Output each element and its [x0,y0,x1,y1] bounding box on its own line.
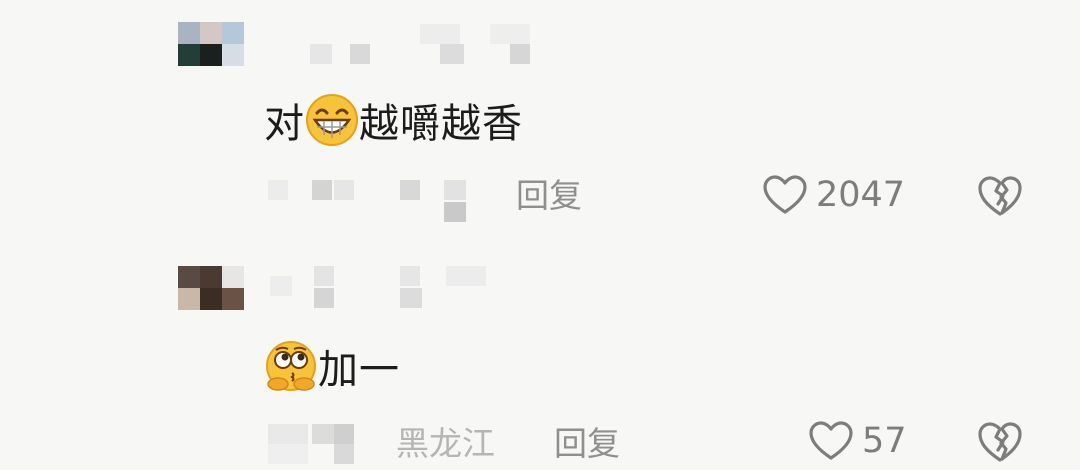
like-count: 57 [862,421,907,461]
comment-text: 加一 [264,338,400,394]
comment-text-start: 对 [264,101,305,147]
comment-meta: 黑龙江 回复 57 [0,420,1080,470]
comment-text: 对 越嚼越香 [264,92,523,148]
like-count: 2047 [816,175,906,215]
like-button[interactable]: 57 [808,420,907,462]
grin-icon [305,93,359,147]
broken-heart-icon [978,176,1022,216]
broken-heart-icon [978,422,1022,462]
location-label: 黑龙江 [396,424,495,463]
username-blurred[interactable] [300,24,540,64]
comment-text-end: 加一 [318,347,400,393]
hmm-icon [264,339,318,393]
heart-icon [809,421,853,460]
username-blurred[interactable] [270,266,510,308]
avatar[interactable] [178,22,244,66]
like-button[interactable]: 2047 [762,174,905,216]
avatar[interactable] [178,266,244,310]
reply-button[interactable]: 回复 [554,424,620,464]
comment-meta: 回复 2047 [0,170,1080,222]
dislike-button[interactable] [976,174,1024,222]
reply-button[interactable]: 回复 [516,176,582,216]
heart-icon [763,175,807,214]
comment-text-end: 越嚼越香 [359,101,523,147]
dislike-button[interactable] [976,420,1024,468]
